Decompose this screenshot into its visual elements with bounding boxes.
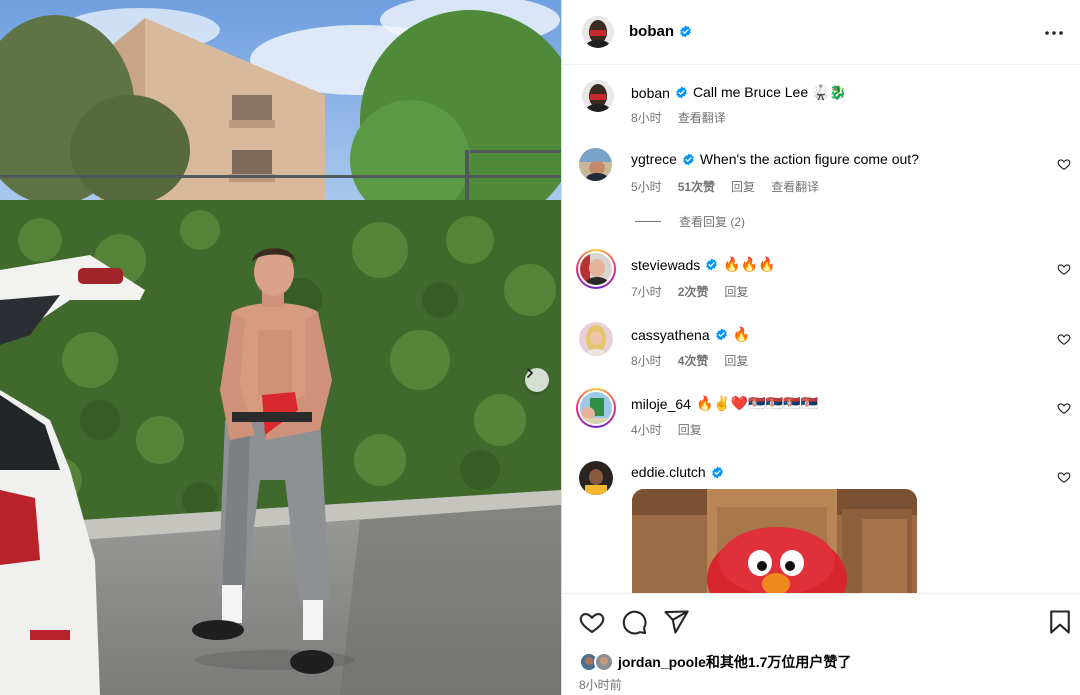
avatar-image bbox=[580, 392, 612, 424]
verified-badge-icon bbox=[715, 328, 728, 341]
elmo-gif-image bbox=[632, 489, 917, 593]
comment-avatar-steviewads[interactable] bbox=[576, 249, 616, 289]
likes-summary[interactable]: jordan_poole 和其他1.7万位用户赞了 bbox=[579, 652, 851, 672]
comment-row: ygtrece When's the action figure come ou… bbox=[631, 151, 919, 167]
comment-avatar-eddie-clutch[interactable] bbox=[579, 461, 613, 495]
author-name-row: boban bbox=[629, 23, 692, 40]
comment-reply-button[interactable]: 回复 bbox=[724, 283, 748, 300]
comment-text: When's the action figure come out? bbox=[699, 151, 919, 167]
avatar-image bbox=[580, 253, 612, 285]
comment-like-heart-icon[interactable] bbox=[1057, 332, 1071, 346]
post-action-bar: jordan_poole 和其他1.7万位用户赞了 8小时前 bbox=[562, 593, 1080, 695]
comment-time[interactable]: 4小时 bbox=[631, 421, 662, 438]
caption-meta: 8小时 查看翻译 bbox=[631, 109, 726, 126]
author-avatar[interactable] bbox=[582, 16, 614, 48]
comment-row: cassyathena 🔥 bbox=[631, 326, 750, 343]
more-options-button[interactable] bbox=[1043, 22, 1065, 44]
comment-row: eddie.clutch bbox=[631, 464, 724, 480]
verified-badge-icon bbox=[711, 466, 724, 479]
verified-badge-icon bbox=[675, 86, 688, 99]
caption-text: Call me Bruce Lee 🥋🐉 bbox=[692, 84, 847, 100]
next-photo-button[interactable] bbox=[525, 368, 549, 392]
post-side-panel: boban boban Call me Bruce Lee 🥋🐉 8小时 查看翻… bbox=[561, 0, 1080, 695]
verified-badge-icon bbox=[705, 258, 718, 271]
verified-badge-icon bbox=[682, 153, 695, 166]
replies-divider-line bbox=[635, 221, 661, 222]
caption-avatar[interactable] bbox=[582, 80, 614, 112]
post-timestamp[interactable]: 8小时前 bbox=[579, 676, 622, 693]
comment-meta: 4小时 回复 bbox=[631, 421, 702, 438]
like-heart-icon[interactable] bbox=[578, 608, 606, 636]
comment-row: miloje_64 🔥✌️❤️🇷🇸🇷🇸🇷🇸🇷🇸 bbox=[631, 395, 818, 412]
author-username[interactable]: boban bbox=[629, 23, 674, 40]
comment-text: 🔥✌️❤️🇷🇸🇷🇸🇷🇸🇷🇸 bbox=[695, 395, 818, 411]
caption-row: boban Call me Bruce Lee 🥋🐉 bbox=[631, 84, 847, 101]
comment-avatar-ygtrece[interactable] bbox=[579, 148, 612, 181]
comment-time[interactable]: 7小时 bbox=[631, 283, 662, 300]
comment-username[interactable]: steviewads bbox=[631, 257, 700, 273]
likes-user[interactable]: jordan_poole bbox=[618, 654, 706, 670]
post-photo[interactable] bbox=[0, 0, 561, 695]
comment-translate-link[interactable]: 查看翻译 bbox=[771, 178, 819, 195]
post-header: boban bbox=[562, 0, 1080, 65]
comment-avatar-cassyathena[interactable] bbox=[579, 322, 613, 356]
comment-like-heart-icon[interactable] bbox=[1057, 157, 1071, 171]
comment-reply-button[interactable]: 回复 bbox=[724, 352, 748, 369]
verified-badge-icon bbox=[679, 25, 692, 38]
more-horizontal-icon bbox=[1045, 31, 1063, 35]
comment-text: 🔥🔥🔥 bbox=[723, 256, 776, 272]
comment-username[interactable]: miloje_64 bbox=[631, 396, 691, 412]
comment-reply-button[interactable]: 回复 bbox=[678, 421, 702, 438]
bookmark-save-icon[interactable] bbox=[1046, 608, 1074, 636]
comment-likes[interactable]: 4次赞 bbox=[678, 352, 709, 369]
comment-like-heart-icon[interactable] bbox=[1057, 401, 1071, 415]
comment-like-heart-icon[interactable] bbox=[1057, 262, 1071, 276]
likes-suffix: 和其他1.7万位用户赞了 bbox=[705, 654, 852, 670]
comment-time[interactable]: 5小时 bbox=[631, 178, 662, 195]
comment-gif[interactable] bbox=[632, 489, 917, 593]
comment-likes[interactable]: 51次赞 bbox=[678, 178, 715, 195]
avatar-image bbox=[579, 322, 613, 356]
avatar-image bbox=[582, 16, 614, 48]
comment-text: 🔥 bbox=[732, 326, 751, 342]
comment-bubble-icon[interactable] bbox=[620, 608, 648, 636]
avatar-image bbox=[582, 80, 614, 112]
chevron-right-icon bbox=[527, 368, 533, 378]
post-image bbox=[0, 0, 561, 695]
comment-username[interactable]: ygtrece bbox=[631, 151, 677, 167]
comment-username[interactable]: cassyathena bbox=[631, 327, 710, 343]
comment-likes[interactable]: 2次赞 bbox=[678, 283, 709, 300]
caption-time[interactable]: 8小时 bbox=[631, 109, 662, 126]
comment-meta: 5小时 51次赞 回复 查看翻译 bbox=[631, 178, 819, 195]
avatar-image bbox=[579, 148, 612, 181]
view-replies-label: 查看回复 (2) bbox=[679, 215, 746, 229]
caption-translate-link[interactable]: 查看翻译 bbox=[678, 109, 726, 126]
comment-like-heart-icon[interactable] bbox=[1057, 470, 1071, 484]
share-send-icon[interactable] bbox=[662, 608, 690, 636]
liker-avatar bbox=[594, 652, 614, 672]
comment-avatar-miloje_64[interactable] bbox=[576, 388, 616, 428]
comment-meta: 8小时 4次赞 回复 bbox=[631, 352, 748, 369]
avatar-image bbox=[579, 461, 613, 495]
comment-row: steviewads 🔥🔥🔥 bbox=[631, 256, 776, 273]
comment-meta: 7小时 2次赞 回复 bbox=[631, 283, 748, 300]
comment-time[interactable]: 8小时 bbox=[631, 352, 662, 369]
comment-reply-button[interactable]: 回复 bbox=[731, 178, 755, 195]
comment-username[interactable]: eddie.clutch bbox=[631, 464, 706, 480]
view-replies-link[interactable]: 查看回复 (2) bbox=[635, 213, 745, 230]
caption-username[interactable]: boban bbox=[631, 85, 670, 101]
